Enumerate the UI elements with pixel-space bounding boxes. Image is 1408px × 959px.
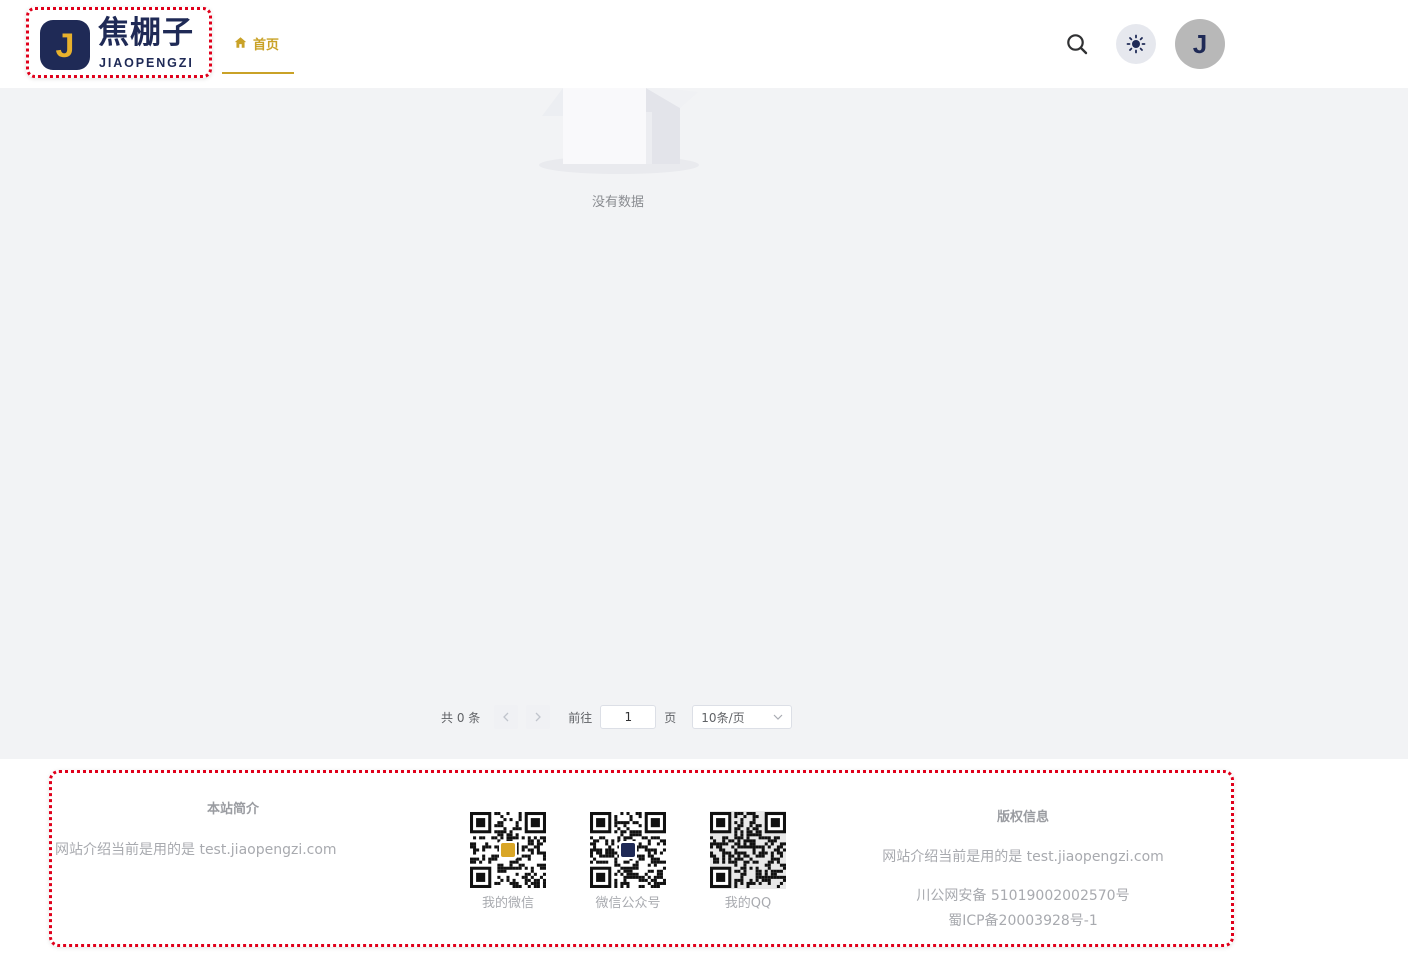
qq-qr-caption: 我的QQ <box>724 896 772 911</box>
pagination-prev-button[interactable] <box>494 705 519 729</box>
theme-toggle-button[interactable] <box>1116 24 1156 64</box>
pagination-page-unit: 页 <box>664 710 677 725</box>
chevron-right-icon <box>535 712 542 722</box>
site-logo[interactable]: J 焦棚子 JIAOPENGZI <box>26 7 212 78</box>
footer-about-title: 本站简介 <box>206 802 259 817</box>
search-icon <box>1067 34 1088 55</box>
nav-item-home-label: 首页 <box>253 38 280 53</box>
chevron-left-icon <box>503 712 509 722</box>
qq-qr-code <box>710 811 786 889</box>
footer-copyright-text: 网站介绍当前是用的是 test.jiaopengzi.com <box>882 849 1164 865</box>
empty-state-text: 没有数据 <box>591 195 644 210</box>
page-size-value: 10条/页 <box>701 710 745 725</box>
sun-icon <box>1126 34 1146 54</box>
wechat-qr-caption: 我的微信 <box>481 896 534 911</box>
empty-box-illustration <box>539 88 699 174</box>
pagination-page-input[interactable] <box>600 705 657 729</box>
search-button[interactable] <box>1060 27 1094 61</box>
footer-police-record-link[interactable]: 川公网安备 51019002002570号 <box>860 885 1186 905</box>
pagination-next-button[interactable] <box>526 705 551 729</box>
user-avatar[interactable]: J <box>1175 19 1225 69</box>
site-footer: 本站简介 网站介绍当前是用的是 test.jiaopengzi.com 我的微信… <box>0 759 1408 959</box>
footer-icp-record-link[interactable]: 蜀ICP备20003928号-1 <box>860 910 1186 930</box>
logo-name-en: JIAOPENGZI <box>99 56 194 70</box>
wechat-qr-code <box>470 811 546 889</box>
nav-item-home[interactable]: 首页 <box>222 22 294 74</box>
logo-name-cn: 焦棚子 <box>98 15 194 51</box>
pagination-page-size-select[interactable]: 10条/页 <box>692 705 793 729</box>
site-header: J 焦棚子 JIAOPENGZI 首页 J <box>0 0 1408 88</box>
footer-copyright-title: 版权信息 <box>996 810 1049 825</box>
wechat-official-qr-caption: 微信公众号 <box>595 896 661 911</box>
footer-about-text: 网站介绍当前是用的是 test.jiaopengzi.com <box>55 842 337 858</box>
chevron-down-icon <box>773 714 783 720</box>
pagination: 共 0 条 前往 页 10条/页 <box>441 705 793 729</box>
logo-mark-letter: J <box>55 27 75 65</box>
home-icon <box>234 37 247 48</box>
pagination-goto-label: 前往 <box>568 710 593 725</box>
avatar-letter: J <box>1192 28 1208 59</box>
wechat-official-qr-code <box>590 811 666 889</box>
pagination-total: 共 0 条 <box>441 710 481 725</box>
logo-mark: J <box>40 20 90 70</box>
